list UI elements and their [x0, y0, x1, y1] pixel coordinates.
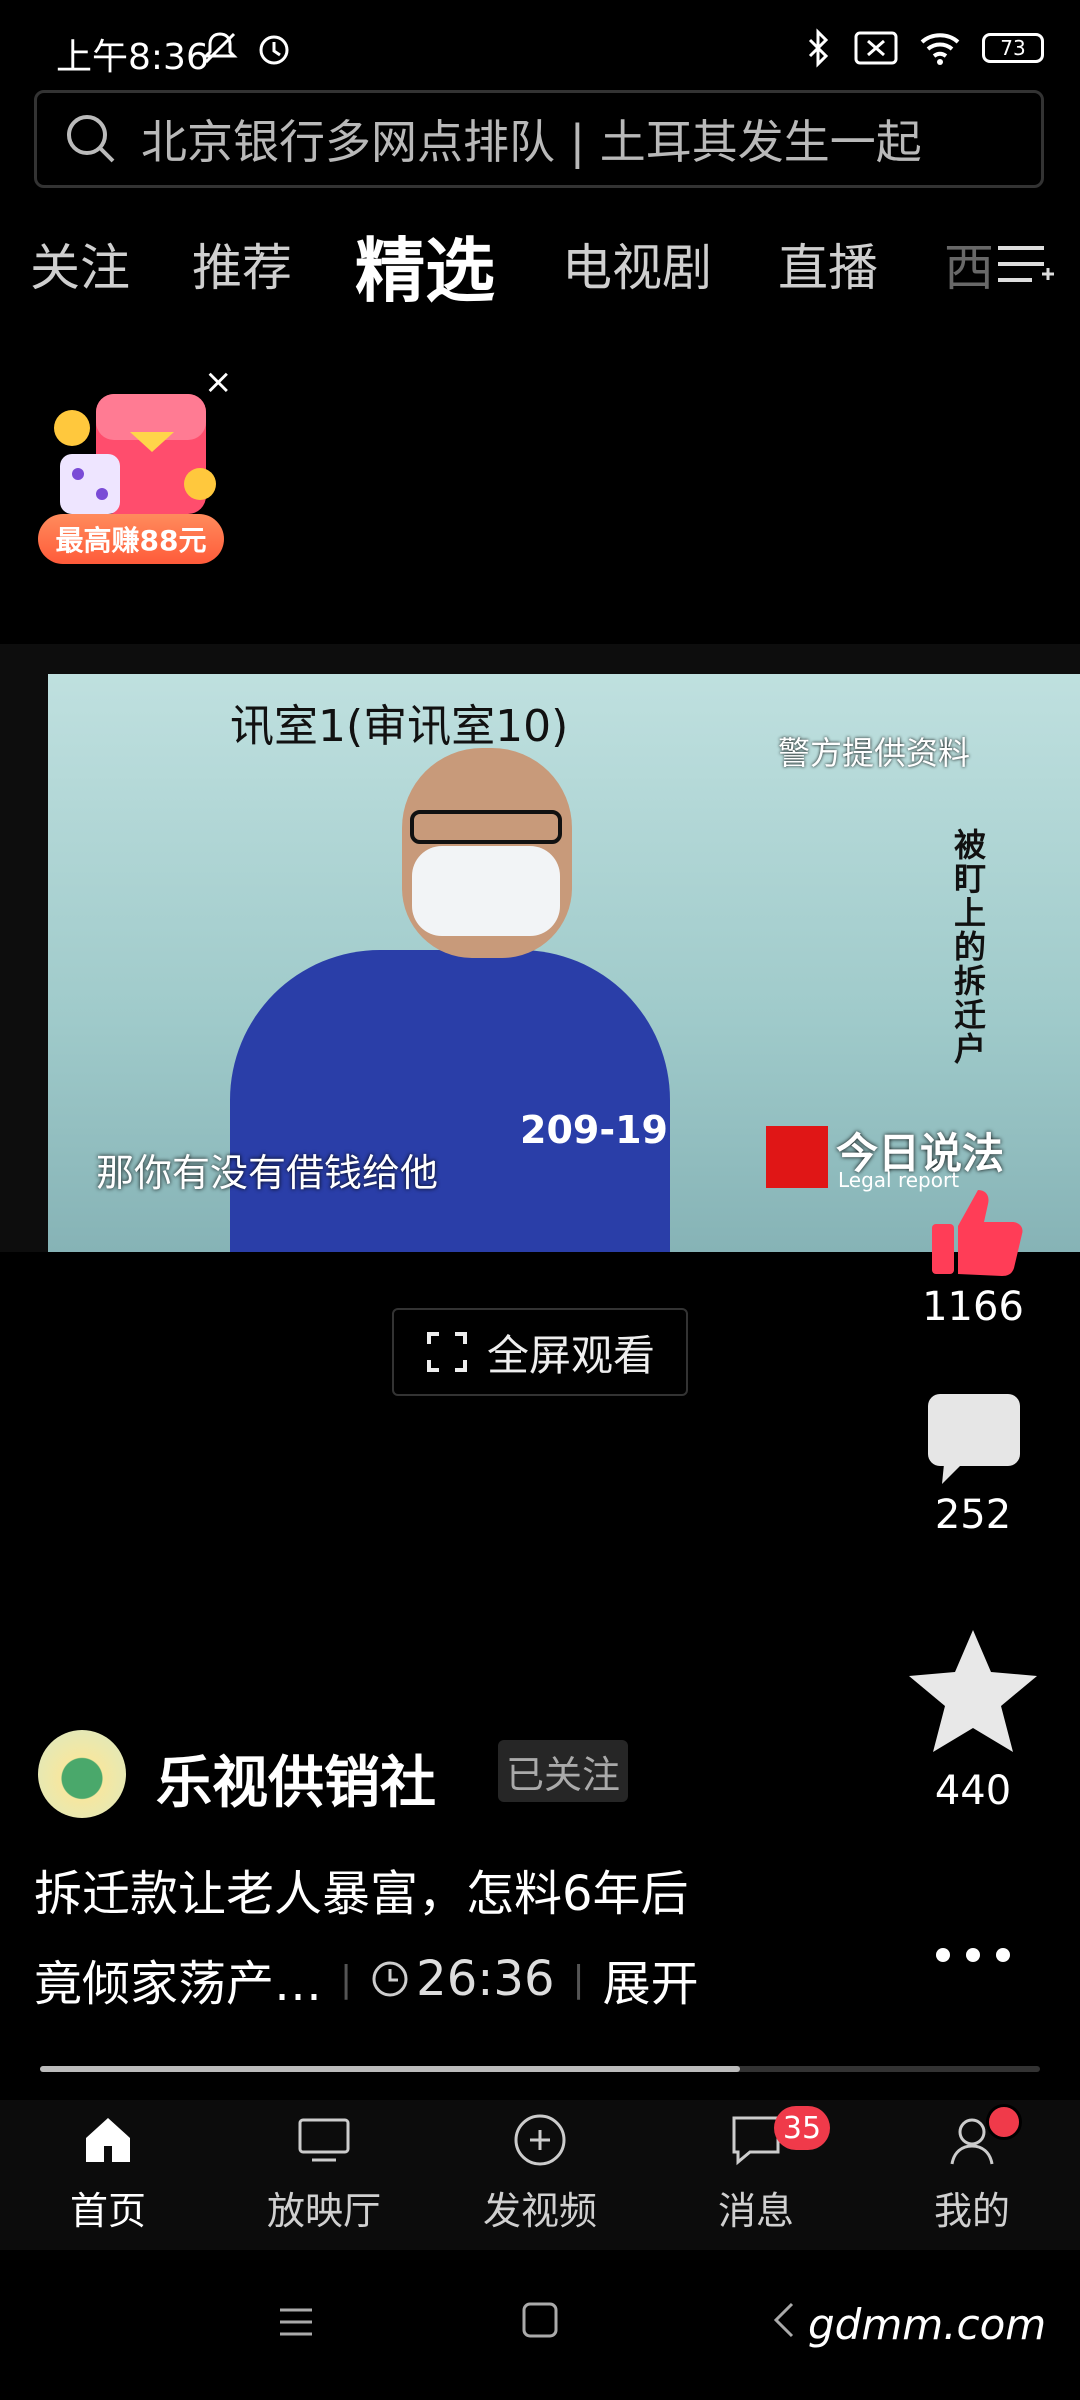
- comment-icon: [928, 1394, 1020, 1484]
- mute-icon: [202, 32, 238, 64]
- nav-post-video[interactable]: 发视频: [460, 2110, 620, 2235]
- search-bar[interactable]: 北京银行多网点排队 | 土耳其发生一起: [34, 90, 1044, 188]
- messages-badge: 35: [774, 2106, 830, 2150]
- status-icons-right: 73: [804, 28, 1044, 68]
- star-icon: [909, 1630, 1037, 1752]
- wifi-icon: [920, 33, 960, 65]
- video-progress-fill: [40, 2066, 740, 2072]
- expand-button[interactable]: 展开: [603, 1944, 699, 2014]
- status-time: 上午8:36: [56, 37, 209, 78]
- like-button[interactable]: 1166: [913, 1180, 1033, 1330]
- battery-indicator: 73: [982, 33, 1044, 63]
- comment-count: 252: [934, 1492, 1012, 1538]
- tv-icon: [298, 2118, 350, 2162]
- video-person-body: [230, 950, 670, 1252]
- follow-status-button[interactable]: 已关注: [498, 1740, 628, 1802]
- favorite-button[interactable]: 440: [909, 1624, 1037, 1814]
- nav-home[interactable]: 首页: [28, 2110, 188, 2235]
- video-subtitle: 那你有没有借钱给他: [96, 1151, 439, 1195]
- video-vertical-title: 被盯上的拆迁户: [954, 826, 987, 1068]
- fullscreen-button[interactable]: 全屏观看: [392, 1308, 688, 1396]
- watermark: gdmm.com: [808, 2300, 1047, 2349]
- program-logo-icon: [766, 1126, 828, 1188]
- bluetooth-icon: [808, 28, 829, 68]
- channel-tabs: 关注 推荐 精选 电视剧 直播 西: [0, 210, 1080, 312]
- video-person-glasses: [410, 810, 562, 844]
- channel-menu-icon[interactable]: [992, 232, 1056, 296]
- home-square-icon[interactable]: [520, 2300, 560, 2340]
- like-count: 1166: [922, 1284, 1024, 1330]
- video-title-line2-row: 竟倾家荡产… | 26:36 | 展开: [34, 1944, 699, 2014]
- home-icon: [86, 2118, 130, 2162]
- duration-text: 26:36: [416, 1951, 555, 2007]
- alarm-icon: [259, 35, 289, 65]
- video-room-label: 讯室1(审讯室10): [230, 701, 569, 752]
- nav-theater-label: 放映厅: [266, 2189, 381, 2233]
- tab-selected[interactable]: 精选: [355, 215, 495, 316]
- separator: |: [340, 1958, 353, 2000]
- recent-apps-icon[interactable]: [276, 2302, 316, 2342]
- separator: |: [572, 1958, 585, 2000]
- video-vest-number: 209-19: [520, 1108, 668, 1152]
- nav-profile[interactable]: 我的: [892, 2110, 1052, 2235]
- sim-icon: [854, 31, 898, 65]
- author-name[interactable]: 乐视供销社: [156, 1738, 436, 1819]
- tab-more-cut[interactable]: 西: [944, 228, 994, 300]
- fullscreen-label: 全屏观看: [486, 1330, 655, 1380]
- duration-label: 26:36: [370, 1951, 554, 2007]
- fullscreen-icon: [426, 1332, 467, 1372]
- nav-messages-label: 消息: [717, 2189, 794, 2233]
- tab-follow[interactable]: 关注: [30, 228, 130, 300]
- promo-label[interactable]: 最高赚88元: [38, 514, 224, 564]
- search-icon: [67, 115, 115, 163]
- video-person-mask: [412, 846, 560, 936]
- nav-theater[interactable]: 放映厅: [244, 2110, 404, 2235]
- author-avatar[interactable]: [38, 1730, 126, 1818]
- search-placeholder: 北京银行多网点排队 | 土耳其发生一起: [141, 115, 922, 169]
- nav-profile-label: 我的: [933, 2189, 1010, 2233]
- profile-notification-dot: [986, 2104, 1022, 2140]
- nav-home-label: 首页: [69, 2189, 146, 2233]
- clock-icon: [372, 1961, 408, 1997]
- favorite-count: 440: [934, 1768, 1012, 1814]
- more-button[interactable]: [913, 1940, 1033, 1974]
- back-icon[interactable]: [770, 2300, 800, 2340]
- comment-button[interactable]: 252: [913, 1388, 1033, 1538]
- tab-live[interactable]: 直播: [778, 228, 878, 300]
- nav-post-video-label: 发视频: [482, 2189, 597, 2233]
- video-police-label: 警方提供资料: [778, 734, 971, 772]
- status-icons-left: [200, 28, 294, 68]
- tab-tv-series[interactable]: 电视剧: [562, 228, 712, 300]
- more-icon: [936, 1948, 1010, 1962]
- video-title-line1: 拆迁款让老人暴富，怎料6年后: [34, 1866, 689, 1922]
- thumbs-up-icon: [932, 1190, 1023, 1276]
- tab-recommend[interactable]: 推荐: [192, 228, 292, 300]
- plus-circle-icon: [514, 2114, 566, 2166]
- video-title-line2: 竟倾家荡产…: [34, 1956, 323, 2012]
- promo-close-button[interactable]: ×: [204, 362, 233, 402]
